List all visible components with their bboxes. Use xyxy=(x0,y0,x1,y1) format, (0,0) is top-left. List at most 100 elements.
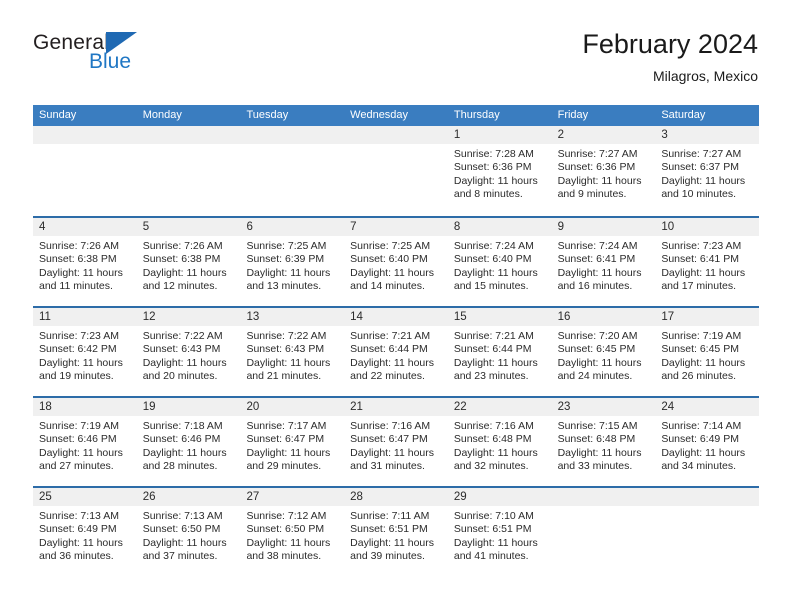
day-details: Sunrise: 7:17 AM Sunset: 6:47 PM Daylight:… xyxy=(240,416,344,474)
sunset-text: Sunset: 6:40 PM xyxy=(453,253,532,266)
daylight-text: Daylight: 11 hours and 20 minutes. xyxy=(142,356,227,383)
page-header: General Blue February 2024 Milagros, Mex… xyxy=(33,28,758,98)
daylight-text: Daylight: 11 hours and 27 minutes. xyxy=(39,446,123,473)
weekday-header-row: Sunday Monday Tuesday Wednesday Thursday… xyxy=(33,105,759,126)
sunrise-text: Sunrise: 7:22 AM xyxy=(246,330,327,342)
sunrise-text: Sunrise: 7:19 AM xyxy=(39,420,119,432)
weekday-header-sunday: Sunday xyxy=(39,109,77,121)
sunset-text: Sunset: 6:38 PM xyxy=(39,253,117,266)
day-number: 13 xyxy=(246,311,260,323)
day-cell-empty xyxy=(136,126,241,216)
sunrise-text: Sunrise: 7:22 AM xyxy=(142,330,223,342)
day-details: Sunrise: 7:16 AM Sunset: 6:48 PM Daylight:… xyxy=(448,416,552,474)
sunrise-text: Sunrise: 7:21 AM xyxy=(350,330,431,342)
day-cell[interactable]: 10 Sunrise: 7:23 AM Sunset: 6:41 PM Dayligh… xyxy=(655,218,760,306)
sunrise-text: Sunrise: 7:27 AM xyxy=(661,148,742,160)
daylight-text: Daylight: 11 hours and 10 minutes. xyxy=(661,174,746,201)
day-number-band xyxy=(344,126,448,144)
day-cell[interactable]: 9 Sunrise: 7:24 AM Sunset: 6:41 PM Daylight… xyxy=(551,218,656,306)
daylight-text: Daylight: 11 hours and 37 minutes. xyxy=(142,536,227,563)
day-number-band: 13 xyxy=(240,308,345,326)
day-cell[interactable]: 29 Sunrise: 7:10 AM Sunset: 6:51 PM Dayligh… xyxy=(447,488,552,576)
daylight-text: Daylight: 11 hours and 17 minutes. xyxy=(661,266,746,293)
day-cell[interactable]: 22 Sunrise: 7:16 AM Sunset: 6:48 PM Dayligh… xyxy=(447,398,552,486)
day-cell[interactable]: 3 Sunrise: 7:27 AM Sunset: 6:37 PM Daylight… xyxy=(655,126,760,216)
day-cell[interactable]: 2 Sunrise: 7:27 AM Sunset: 6:36 PM Daylight… xyxy=(551,126,656,216)
day-cell[interactable]: 19 Sunrise: 7:18 AM Sunset: 6:46 PM Dayligh… xyxy=(136,398,241,486)
sunrise-text: Sunrise: 7:24 AM xyxy=(453,240,534,252)
day-number-band: 15 xyxy=(447,308,552,326)
day-cell-empty xyxy=(33,126,137,216)
day-details: Sunrise: 7:18 AM Sunset: 6:46 PM Daylight:… xyxy=(137,416,241,474)
day-number-band: 10 xyxy=(655,218,760,236)
day-cell[interactable]: 7 Sunrise: 7:25 AM Sunset: 6:40 PM Daylight… xyxy=(344,218,448,306)
sunrise-text: Sunrise: 7:13 AM xyxy=(142,510,223,522)
day-cell[interactable]: 26 Sunrise: 7:13 AM Sunset: 6:50 PM Dayligh… xyxy=(136,488,241,576)
day-cell[interactable]: 11 Sunrise: 7:23 AM Sunset: 6:42 PM Dayligh… xyxy=(33,308,137,396)
day-cell[interactable]: 15 Sunrise: 7:21 AM Sunset: 6:44 PM Dayligh… xyxy=(447,308,552,396)
sunrise-text: Sunrise: 7:20 AM xyxy=(557,330,638,342)
daylight-text: Daylight: 11 hours and 33 minutes. xyxy=(557,446,642,473)
sunset-text: Sunset: 6:43 PM xyxy=(142,343,221,356)
sunset-text: Sunset: 6:48 PM xyxy=(453,433,532,446)
day-cell[interactable]: 27 Sunrise: 7:12 AM Sunset: 6:50 PM Dayligh… xyxy=(240,488,345,576)
sunrise-text: Sunrise: 7:25 AM xyxy=(246,240,327,252)
daylight-text: Daylight: 11 hours and 38 minutes. xyxy=(246,536,331,563)
daylight-text: Daylight: 11 hours and 29 minutes. xyxy=(246,446,331,473)
daylight-text: Daylight: 11 hours and 19 minutes. xyxy=(39,356,123,383)
daylight-text: Daylight: 11 hours and 23 minutes. xyxy=(453,356,538,383)
day-details: Sunrise: 7:19 AM Sunset: 6:46 PM Daylight:… xyxy=(33,416,137,474)
sunset-text: Sunset: 6:42 PM xyxy=(39,343,117,356)
daylight-text: Daylight: 11 hours and 28 minutes. xyxy=(142,446,227,473)
sunset-text: Sunset: 6:45 PM xyxy=(661,343,739,356)
sunrise-text: Sunrise: 7:18 AM xyxy=(142,420,223,432)
daylight-text: Daylight: 11 hours and 41 minutes. xyxy=(453,536,538,563)
sunrise-text: Sunrise: 7:17 AM xyxy=(246,420,327,432)
day-cell[interactable]: 5 Sunrise: 7:26 AM Sunset: 6:38 PM Daylight… xyxy=(136,218,241,306)
sunset-text: Sunset: 6:45 PM xyxy=(557,343,636,356)
day-details: Sunrise: 7:26 AM Sunset: 6:38 PM Daylight:… xyxy=(137,236,241,294)
day-cell[interactable]: 25 Sunrise: 7:13 AM Sunset: 6:49 PM Dayligh… xyxy=(33,488,137,576)
day-number: 11 xyxy=(39,311,51,323)
sunset-text: Sunset: 6:41 PM xyxy=(661,253,739,266)
day-cell[interactable]: 14 Sunrise: 7:21 AM Sunset: 6:44 PM Dayligh… xyxy=(344,308,448,396)
day-number: 20 xyxy=(246,401,260,413)
day-number: 12 xyxy=(142,311,156,323)
sunrise-text: Sunrise: 7:21 AM xyxy=(453,330,534,342)
day-number-band: 25 xyxy=(33,488,137,506)
day-number: 17 xyxy=(661,311,675,323)
day-number-band: 19 xyxy=(136,398,241,416)
day-number-band xyxy=(136,126,241,144)
day-cell[interactable]: 28 Sunrise: 7:11 AM Sunset: 6:51 PM Dayligh… xyxy=(344,488,448,576)
daylight-text: Daylight: 11 hours and 21 minutes. xyxy=(246,356,331,383)
daylight-text: Daylight: 11 hours and 26 minutes. xyxy=(661,356,746,383)
day-number: 9 xyxy=(557,221,564,233)
day-cell[interactable]: 20 Sunrise: 7:17 AM Sunset: 6:47 PM Dayligh… xyxy=(240,398,345,486)
day-cell[interactable]: 17 Sunrise: 7:19 AM Sunset: 6:45 PM Dayligh… xyxy=(655,308,760,396)
daylight-text: Daylight: 11 hours and 13 minutes. xyxy=(246,266,331,293)
day-number: 21 xyxy=(350,401,363,413)
day-cell[interactable]: 8 Sunrise: 7:24 AM Sunset: 6:40 PM Daylight… xyxy=(447,218,552,306)
day-cell[interactable]: 24 Sunrise: 7:14 AM Sunset: 6:49 PM Dayligh… xyxy=(655,398,760,486)
calendar-page: General Blue February 2024 Milagros, Mex… xyxy=(0,0,792,612)
sunset-text: Sunset: 6:50 PM xyxy=(142,523,221,536)
day-number: 16 xyxy=(557,311,571,323)
day-cell[interactable]: 1 Sunrise: 7:28 AM Sunset: 6:36 PM Daylight… xyxy=(447,126,552,216)
day-cell[interactable]: 16 Sunrise: 7:20 AM Sunset: 6:45 PM Dayligh… xyxy=(551,308,656,396)
sunrise-text: Sunrise: 7:12 AM xyxy=(246,510,327,522)
sunset-text: Sunset: 6:50 PM xyxy=(246,523,325,536)
day-number-band: 14 xyxy=(344,308,448,326)
day-cell[interactable]: 6 Sunrise: 7:25 AM Sunset: 6:39 PM Daylight… xyxy=(240,218,345,306)
day-cell[interactable]: 21 Sunrise: 7:16 AM Sunset: 6:47 PM Dayligh… xyxy=(344,398,448,486)
day-cell[interactable]: 13 Sunrise: 7:22 AM Sunset: 6:43 PM Dayligh… xyxy=(240,308,345,396)
day-cell[interactable]: 18 Sunrise: 7:19 AM Sunset: 6:46 PM Dayligh… xyxy=(33,398,137,486)
day-details: Sunrise: 7:23 AM Sunset: 6:42 PM Daylight:… xyxy=(33,326,137,384)
sunrise-text: Sunrise: 7:27 AM xyxy=(557,148,638,160)
sunrise-text: Sunrise: 7:19 AM xyxy=(661,330,742,342)
day-details: Sunrise: 7:23 AM Sunset: 6:41 PM Daylight:… xyxy=(655,236,759,294)
day-cell[interactable]: 12 Sunrise: 7:22 AM Sunset: 6:43 PM Dayligh… xyxy=(136,308,241,396)
day-cell[interactable]: 4 Sunrise: 7:26 AM Sunset: 6:38 PM Daylight… xyxy=(33,218,137,306)
daylight-text: Daylight: 11 hours and 34 minutes. xyxy=(661,446,746,473)
day-cell[interactable]: 23 Sunrise: 7:15 AM Sunset: 6:48 PM Dayligh… xyxy=(551,398,656,486)
sunset-text: Sunset: 6:46 PM xyxy=(142,433,221,446)
